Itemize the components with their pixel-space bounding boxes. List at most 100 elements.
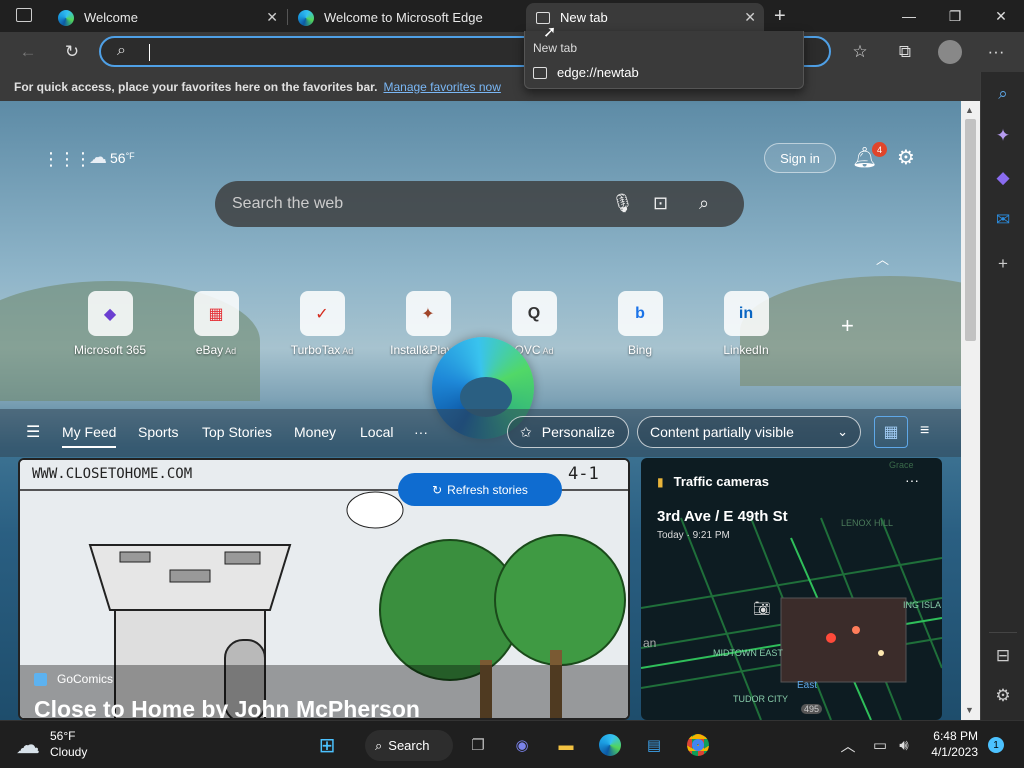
tab-title: Welcome bbox=[84, 10, 138, 25]
sidebar-divider bbox=[989, 632, 1017, 633]
feed-tab-my-feed[interactable]: My Feed bbox=[62, 424, 117, 448]
volume-icon[interactable]: 🔊︎ bbox=[892, 733, 916, 757]
refresh-label: Refresh stories bbox=[447, 482, 528, 497]
sign-in-label: Sign in bbox=[780, 150, 820, 166]
visual-search-icon[interactable]: ⊡ bbox=[653, 193, 668, 214]
feed-tab-money[interactable]: Money bbox=[294, 424, 336, 440]
card-more-icon[interactable]: ··· bbox=[905, 472, 919, 488]
profile-icon[interactable] bbox=[938, 40, 962, 64]
grid-layout-icon[interactable]: ▦ bbox=[874, 416, 908, 448]
feed-tab-top-stories[interactable]: Top Stories bbox=[202, 424, 272, 440]
tab-actions-icon[interactable] bbox=[16, 8, 32, 22]
traffic-card[interactable]: ▮ Traffic cameras ··· 3rd Ave / E 49th S… bbox=[641, 458, 942, 720]
scroll-up-icon[interactable]: ▲ bbox=[965, 105, 974, 115]
tab-title: New tab bbox=[560, 10, 608, 25]
map-label: East bbox=[797, 680, 818, 691]
scroll-thumb[interactable] bbox=[965, 119, 976, 341]
linkedin-icon: in bbox=[723, 291, 769, 336]
new-tab-button[interactable]: + bbox=[774, 5, 786, 28]
restore-button[interactable]: ❐ bbox=[932, 0, 978, 32]
task-view-icon[interactable]: ❐ bbox=[466, 733, 490, 757]
start-icon[interactable]: ⊞ bbox=[315, 733, 339, 757]
quicklink-linkedin[interactable]: in LinkedIn bbox=[691, 291, 801, 357]
gear-icon[interactable]: ⚙ bbox=[897, 145, 915, 170]
hide-sidebar-icon[interactable]: ⊟ bbox=[991, 644, 1015, 668]
feed-tab-local[interactable]: Local bbox=[360, 424, 393, 440]
chrome-icon[interactable] bbox=[686, 733, 710, 757]
store-icon[interactable]: ▤ bbox=[642, 733, 666, 757]
edge-icon bbox=[58, 9, 74, 26]
feed-more-icon[interactable]: ··· bbox=[414, 424, 428, 440]
designer-icon[interactable]: ◆ bbox=[991, 166, 1015, 190]
ad-tag: Ad bbox=[225, 346, 237, 356]
microphone-icon[interactable]: 🎙︎ bbox=[611, 193, 634, 214]
taskbar-clock[interactable]: 6:48 PM 4/1/2023 bbox=[928, 729, 978, 759]
visibility-label: Content partially visible bbox=[650, 424, 794, 440]
page-scrollbar[interactable]: ▲ ▼ bbox=[961, 101, 980, 720]
tab-welcome[interactable]: Welcome ✕ bbox=[48, 3, 286, 32]
favorites-icon[interactable]: ☆ bbox=[848, 40, 872, 64]
sign-in-button[interactable]: Sign in bbox=[764, 143, 836, 173]
tab-welcome-edge[interactable]: Welcome to Microsoft Edge bbox=[288, 3, 524, 32]
quicklink-bing[interactable]: b Bing bbox=[585, 291, 695, 357]
network-icon[interactable]: ▭ bbox=[868, 733, 892, 757]
refresh-icon[interactable]: ↻ bbox=[60, 40, 84, 64]
tab-title: Welcome to Microsoft Edge bbox=[324, 10, 483, 25]
bing-icon: b bbox=[617, 291, 663, 336]
search-placeholder: Search the web bbox=[232, 195, 344, 212]
collections-icon[interactable]: ⧉ bbox=[893, 40, 917, 64]
taskbar-time: 6:48 PM bbox=[933, 729, 978, 743]
quicklink-turbotax[interactable]: ✓ TurboTax Ad bbox=[267, 291, 377, 357]
camera-icon: 📷︎ bbox=[753, 600, 771, 616]
file-explorer-icon[interactable]: ▬ bbox=[554, 733, 578, 757]
sidebar-settings-icon[interactable]: ⚙ bbox=[991, 684, 1015, 708]
minimize-button[interactable]: — bbox=[886, 0, 932, 32]
window-close-button[interactable]: ✕ bbox=[978, 0, 1024, 32]
feed-tab-sports[interactable]: Sports bbox=[138, 424, 178, 440]
weather-widget[interactable]: ☁ 56 °F bbox=[89, 147, 135, 168]
search-icon[interactable]: ⌕ bbox=[991, 82, 1015, 106]
copilot-icon[interactable]: ✦ bbox=[991, 124, 1015, 148]
edge-icon bbox=[298, 9, 314, 26]
qvc-icon: Q bbox=[511, 291, 557, 336]
tab-hover-card: New tab edge://newtab bbox=[524, 31, 804, 89]
personalize-button[interactable]: ✩ Personalize bbox=[507, 416, 629, 448]
comic-title[interactable]: Close to Home by John McPherson bbox=[34, 696, 420, 718]
notification-center-badge[interactable]: 1 bbox=[988, 737, 1004, 753]
outlook-icon[interactable]: ✉ bbox=[991, 208, 1015, 232]
taskbar-weather-desc: Cloudy bbox=[50, 745, 88, 759]
content-visibility-dropdown[interactable]: Content partially visible ⌄ bbox=[637, 416, 861, 448]
chevron-up-icon[interactable]: ︿ bbox=[876, 249, 889, 268]
taskbar-weather[interactable]: 56°F Cloudy bbox=[50, 729, 87, 759]
add-sidebar-app-icon[interactable]: + bbox=[991, 252, 1015, 276]
comic-source: GoComics bbox=[34, 672, 113, 686]
favorites-bar: For quick access, place your favorites h… bbox=[0, 72, 980, 101]
quicklink-label: LinkedIn bbox=[723, 343, 769, 357]
scroll-down-icon[interactable]: ▼ bbox=[965, 705, 974, 715]
taskbar: ☁ 56°F Cloudy ⊞ ⌕ Search ❐ ◉ ▬ ▤ ︿ ▭ 🔊︎ … bbox=[0, 720, 1024, 768]
more-icon[interactable]: ··· bbox=[984, 40, 1008, 64]
quicklink-microsoft-365[interactable]: ◆ Microsoft 365 bbox=[55, 291, 165, 357]
traffic-location: 3rd Ave / E 49th St bbox=[657, 508, 788, 525]
close-icon[interactable]: ✕ bbox=[266, 9, 278, 26]
add-quicklink-button[interactable]: + bbox=[841, 313, 854, 339]
source-name: GoComics bbox=[57, 672, 114, 686]
taskbar-search[interactable]: ⌕ Search bbox=[365, 730, 453, 761]
chevron-down-icon: ⌄ bbox=[837, 424, 848, 439]
back-icon[interactable]: ← bbox=[16, 40, 40, 64]
app-launcher-icon[interactable]: ⋮⋮⋮ bbox=[42, 149, 92, 170]
refresh-stories-button[interactable]: ↻ Refresh stories bbox=[398, 473, 562, 506]
menu-icon[interactable]: ☰ bbox=[26, 422, 40, 442]
search-icon[interactable]: ⌕ bbox=[699, 193, 709, 214]
quicklink-label: TurboTax bbox=[290, 343, 341, 357]
list-layout-icon[interactable]: ≡ bbox=[920, 422, 929, 440]
search-icon: ⌕ bbox=[117, 42, 126, 59]
web-search-box[interactable]: Search the web 🎙︎ ⊡ ⌕ bbox=[215, 181, 744, 227]
close-icon[interactable]: ✕ bbox=[744, 9, 756, 26]
chat-icon[interactable]: ◉ bbox=[510, 733, 534, 757]
quicklink-ebay[interactable]: ▦ eBay Ad bbox=[161, 291, 271, 357]
edge-taskbar-icon[interactable] bbox=[598, 733, 622, 757]
manage-favorites-link[interactable]: Manage favorites now bbox=[383, 80, 500, 94]
chevron-up-icon[interactable]: ︿ bbox=[836, 733, 860, 757]
tab-new-tab[interactable]: New tab ✕ bbox=[526, 3, 764, 32]
